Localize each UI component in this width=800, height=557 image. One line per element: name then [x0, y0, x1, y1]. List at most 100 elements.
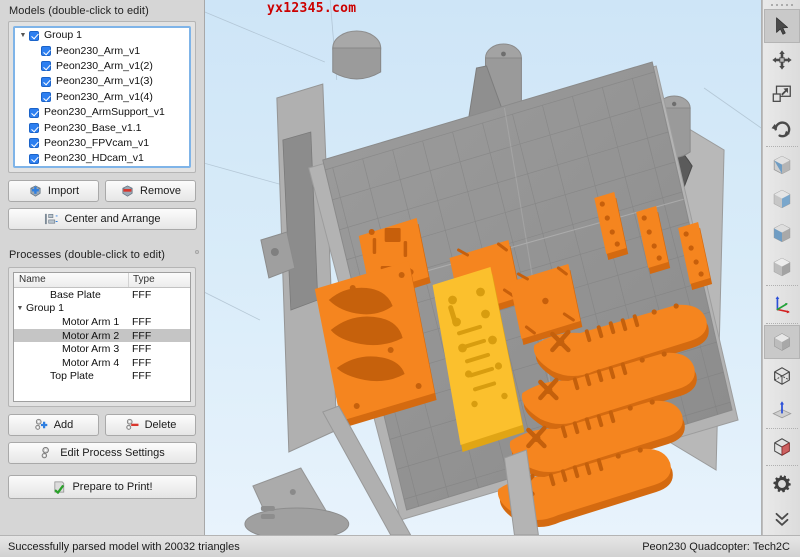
- process-table-row[interactable]: Base Plate FFF: [14, 288, 190, 302]
- gears-icon: [40, 446, 55, 460]
- process-expand-icon[interactable]: ▼: [14, 305, 26, 312]
- model-tree-item[interactable]: Peon230_FPVcam_v1: [15, 136, 189, 151]
- model-visibility-checkbox[interactable]: [29, 107, 39, 118]
- model-visibility-checkbox[interactable]: [29, 30, 39, 41]
- model-tree-item[interactable]: Peon230_Arm_v1(3): [15, 74, 189, 89]
- view-left[interactable]: [764, 182, 800, 216]
- process-type-cell: FFF: [132, 329, 152, 342]
- import-button[interactable]: Import: [8, 180, 99, 202]
- shaded-view[interactable]: [763, 324, 800, 359]
- import-button-label: Import: [47, 185, 80, 197]
- model-visibility-checkbox[interactable]: [41, 92, 51, 103]
- toolbar-separator: [765, 427, 798, 429]
- model-tree-item[interactable]: Peon230_Arm_v1: [15, 43, 189, 58]
- view-right[interactable]: [764, 216, 800, 250]
- delete-process-button[interactable]: Delete: [105, 414, 196, 436]
- prepare-to-print-label: Prepare to Print!: [72, 481, 153, 493]
- normals-view[interactable]: [764, 393, 800, 427]
- model-visibility-checkbox[interactable]: [29, 153, 39, 164]
- chevron-double-down-icon: [771, 507, 793, 529]
- gears-minus-icon: [125, 418, 140, 432]
- model-tree-item[interactable]: Peon230_Arm_v1(2): [15, 59, 189, 74]
- 3d-scene: [205, 0, 761, 535]
- cursor-arrow-icon: [771, 15, 793, 37]
- models-tree[interactable]: ▼ Group 1 Peon230_Arm_v1 Peon230_Arm_v1(2) P…: [13, 26, 191, 168]
- rotate-tool[interactable]: [764, 111, 800, 145]
- model-item-label: Peon230_Arm_v1(3): [56, 75, 153, 88]
- process-name-cell: Motor Arm 1: [14, 316, 128, 328]
- 3d-viewport[interactable]: yx12345.com: [205, 0, 762, 535]
- cross-section-view[interactable]: [764, 430, 800, 464]
- process-name-cell: Top Plate: [14, 370, 128, 382]
- process-type-cell: FFF: [132, 315, 152, 328]
- model-tree-item[interactable]: Peon230_Arm_v1(4): [15, 90, 189, 105]
- status-message: Successfully parsed model with 20032 tri…: [8, 540, 240, 553]
- model-tree-item[interactable]: ▼ Group 1: [15, 28, 189, 43]
- process-name-cell: ▼ Group 1: [14, 302, 128, 314]
- move-arrows-icon: [771, 49, 793, 71]
- cube-front-icon: [771, 154, 793, 176]
- processes-panel-box: Name Type Base Plate FFF ▼ Group 1 Motor Arm…: [8, 267, 196, 407]
- cube-solid-icon: [771, 331, 793, 353]
- process-table-row[interactable]: Top Plate FFF: [14, 370, 190, 384]
- edit-process-settings-button[interactable]: Edit Process Settings: [8, 442, 197, 464]
- remove-button-label: Remove: [140, 185, 181, 197]
- process-name-cell: Base Plate: [14, 289, 128, 301]
- rotate-icon: [771, 117, 793, 139]
- panel-resize-grip[interactable]: [195, 250, 199, 254]
- select-tool[interactable]: [763, 8, 800, 43]
- prepare-to-print-button[interactable]: Prepare to Print!: [8, 475, 197, 499]
- process-table-row[interactable]: Motor Arm 3 FFF: [14, 342, 190, 356]
- model-tree-item[interactable]: Peon230_Top_v1.1: [15, 167, 189, 168]
- model-item-label: Peon230_HDcam_v1: [44, 152, 144, 165]
- toolbar-separator: [765, 285, 798, 287]
- processes-table[interactable]: Name Type Base Plate FFF ▼ Group 1 Motor Arm…: [13, 272, 191, 402]
- center-and-arrange-button[interactable]: Center and Arrange: [8, 208, 197, 230]
- delete-process-label: Delete: [144, 419, 177, 431]
- scale-tool[interactable]: [764, 77, 800, 111]
- process-name-cell: Motor Arm 4: [14, 357, 128, 369]
- cube-plus-icon: [28, 184, 43, 198]
- wireframe-view[interactable]: [764, 359, 800, 393]
- right-toolbar: [762, 0, 800, 535]
- process-table-row[interactable]: Motor Arm 1 FFF: [14, 315, 190, 329]
- toolbar-separator: [765, 322, 798, 324]
- column-header-type: Type: [128, 273, 190, 287]
- cube-right-icon: [771, 222, 793, 244]
- add-process-button[interactable]: Add: [8, 414, 99, 436]
- toolbar-grip[interactable]: [770, 2, 793, 8]
- model-tree-item[interactable]: Peon230_Base_v1.1: [15, 120, 189, 135]
- settings[interactable]: [764, 467, 800, 501]
- cube-wireframe-icon: [771, 365, 793, 387]
- model-visibility-checkbox[interactable]: [29, 138, 39, 149]
- model-item-label: Group 1: [44, 29, 82, 42]
- tree-expand-icon[interactable]: ▼: [17, 32, 29, 39]
- process-type-cell: FFF: [132, 288, 152, 301]
- arrange-icon: [44, 212, 59, 226]
- model-visibility-checkbox[interactable]: [41, 61, 51, 72]
- view-front[interactable]: [764, 148, 800, 182]
- view-top[interactable]: [764, 250, 800, 284]
- model-item-label: Peon230_FPVcam_v1: [44, 136, 150, 149]
- processes-row-container: Base Plate FFF ▼ Group 1 Motor Arm 1 FFF Motor…: [14, 288, 190, 383]
- more-options[interactable]: [764, 501, 800, 535]
- move-tool[interactable]: [764, 43, 800, 77]
- process-table-row[interactable]: Motor Arm 4 FFF: [14, 356, 190, 370]
- project-name: Peon230 Quadcopter: Tech2C: [642, 540, 790, 553]
- axes-gizmo-icon: [771, 293, 793, 315]
- model-tree-item[interactable]: Peon230_HDcam_v1: [15, 151, 189, 166]
- model-visibility-checkbox[interactable]: [41, 46, 51, 57]
- model-tree-item[interactable]: Peon230_ArmSupport_v1: [15, 105, 189, 120]
- show-axes[interactable]: [764, 287, 800, 321]
- model-visibility-checkbox[interactable]: [41, 76, 51, 87]
- remove-button[interactable]: Remove: [105, 180, 196, 202]
- model-item-label: Peon230_Arm_v1(2): [56, 59, 153, 72]
- model-visibility-checkbox[interactable]: [29, 123, 39, 134]
- process-name-label: Motor Arm 2: [62, 329, 120, 342]
- main-body: Models (double-click to edit) ▼ Group 1 Pe…: [0, 0, 800, 535]
- process-table-row[interactable]: Motor Arm 2 FFF: [14, 328, 190, 343]
- print-check-icon: [52, 480, 67, 494]
- process-name-label: Motor Arm 3: [62, 343, 120, 356]
- center-and-arrange-label: Center and Arrange: [64, 213, 161, 225]
- process-table-row[interactable]: ▼ Group 1: [14, 302, 190, 316]
